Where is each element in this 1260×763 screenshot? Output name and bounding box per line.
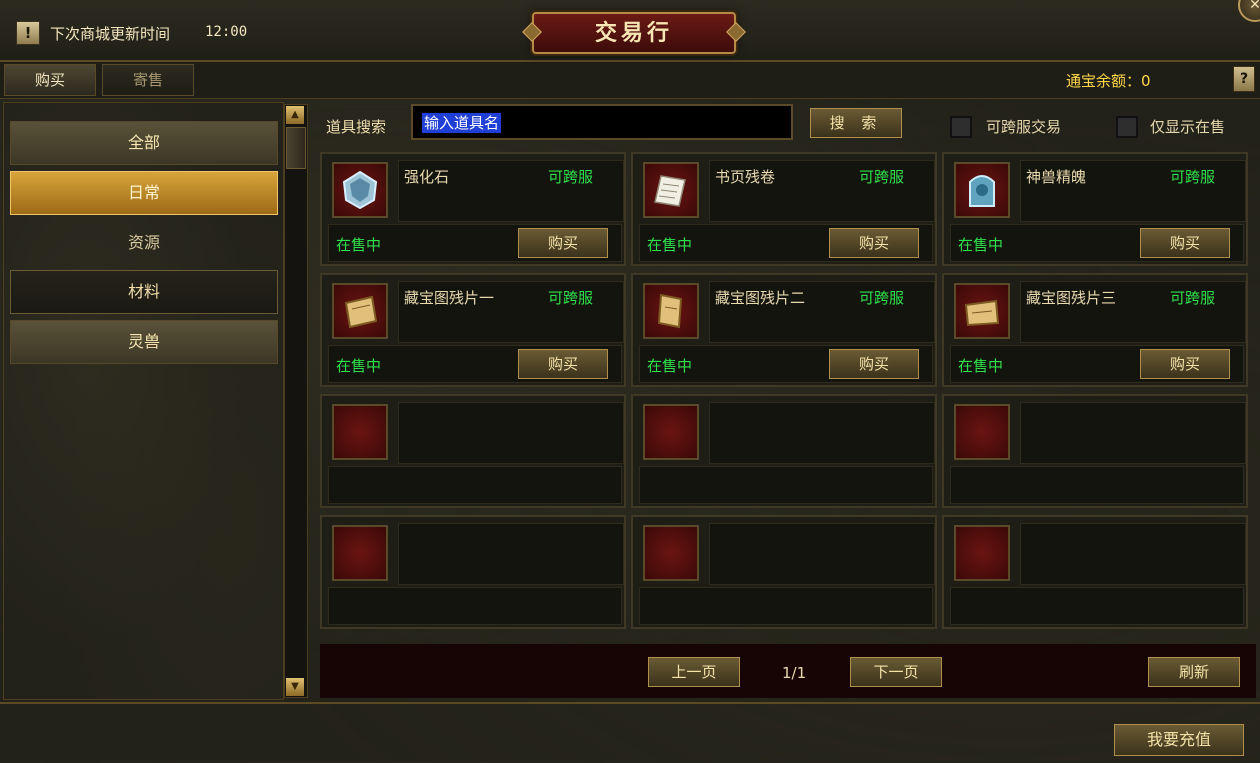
category-resources[interactable]: 资源 xyxy=(10,221,278,265)
category-pets[interactable]: 灵兽 xyxy=(10,320,278,364)
item-grid: 强化石 可跨服 在售中 购买 书页残卷 可跨服 在售中 购买 神兽精魄 可跨服 … xyxy=(320,152,1256,634)
page-indicator: 1/1 xyxy=(782,664,807,682)
category-daily[interactable]: 日常 xyxy=(10,171,278,215)
category-materials[interactable]: 材料 xyxy=(10,270,278,314)
footer-bar: 我要充值 xyxy=(0,702,1260,763)
item-slot[interactable] xyxy=(954,162,1010,218)
sale-status: 在售中 xyxy=(336,357,382,375)
empty-slot[interactable] xyxy=(954,525,1010,581)
help-button[interactable]: ? xyxy=(1233,66,1255,92)
item-card: 书页残卷 可跨服 在售中 购买 xyxy=(631,152,937,266)
item-name: 藏宝图残片一 xyxy=(404,289,495,307)
sale-status: 在售中 xyxy=(336,236,382,254)
cross-server-tag: 可跨服 xyxy=(859,289,905,307)
buy-button[interactable]: 购买 xyxy=(1140,228,1230,258)
search-button[interactable]: 搜 索 xyxy=(810,108,902,138)
empty-card xyxy=(631,394,937,508)
empty-card xyxy=(942,394,1248,508)
empty-card xyxy=(320,515,626,629)
cross-server-tag: 可跨服 xyxy=(548,168,594,186)
empty-slot[interactable] xyxy=(332,404,388,460)
item-card: 藏宝图残片三 可跨服 在售中 购买 xyxy=(942,273,1248,387)
empty-slot[interactable] xyxy=(643,404,699,460)
notice-icon: ! xyxy=(16,21,40,45)
buy-button[interactable]: 购买 xyxy=(518,228,608,258)
item-name: 藏宝图残片三 xyxy=(1026,289,1117,307)
tab-consign[interactable]: 寄售 xyxy=(102,64,194,96)
empty-slot[interactable] xyxy=(332,525,388,581)
item-card: 藏宝图残片一 可跨服 在售中 购买 xyxy=(320,273,626,387)
sale-status: 在售中 xyxy=(958,236,1004,254)
window-title: 交易行 xyxy=(594,20,673,46)
close-icon: ✕ xyxy=(1249,0,1260,13)
sale-status: 在售中 xyxy=(647,357,693,375)
buy-button[interactable]: 购买 xyxy=(1140,349,1230,379)
item-slot[interactable] xyxy=(643,162,699,218)
buy-button[interactable]: 购买 xyxy=(518,349,608,379)
buy-button[interactable]: 购买 xyxy=(829,228,919,258)
scroll-down-icon[interactable]: ▼ xyxy=(286,678,304,696)
next-page-button[interactable]: 下一页 xyxy=(850,657,942,687)
tab-row: 购买 寄售 通宝余额：0 ? xyxy=(0,62,1260,99)
treasure-map-icon xyxy=(657,293,683,329)
cross-server-tag: 可跨服 xyxy=(859,168,905,186)
shop-refresh-label: 下次商城更新时间 xyxy=(50,25,171,43)
item-slot[interactable] xyxy=(332,283,388,339)
category-all[interactable]: 全部 xyxy=(10,121,278,165)
top-bar: ! 下次商城更新时间 12:00 交易行 ✕ xyxy=(0,0,1260,62)
empty-card xyxy=(320,394,626,508)
item-slot[interactable] xyxy=(954,283,1010,339)
category-sidebar: 全部 日常 资源 材料 灵兽 xyxy=(3,102,284,700)
buy-button[interactable]: 购买 xyxy=(829,349,919,379)
empty-slot[interactable] xyxy=(643,525,699,581)
sale-status: 在售中 xyxy=(647,236,693,254)
item-name: 神兽精魄 xyxy=(1026,168,1087,186)
close-button[interactable]: ✕ xyxy=(1238,0,1260,22)
empty-card xyxy=(942,515,1248,629)
title-plate: 交易行 xyxy=(532,12,736,54)
sidebar-scrollbar[interactable]: ▲ ▼ xyxy=(284,104,308,698)
market-main: 道具搜索 输入道具名 搜 索 可跨服交易 仅显示在售 强化石 可跨服 在售中 购… xyxy=(312,100,1260,700)
cross-server-tag: 可跨服 xyxy=(548,289,594,307)
item-slot[interactable] xyxy=(643,283,699,339)
help-icon: ? xyxy=(1239,71,1249,87)
scroll-thumb[interactable] xyxy=(286,127,306,169)
item-name: 书页残卷 xyxy=(715,168,776,186)
item-card: 强化石 可跨服 在售中 购买 xyxy=(320,152,626,266)
pager-bar: 上一页 1/1 下一页 刷新 xyxy=(320,644,1256,698)
tab-buy[interactable]: 购买 xyxy=(4,64,96,96)
cross-server-tag: 可跨服 xyxy=(1170,168,1216,186)
item-name: 藏宝图残片二 xyxy=(715,289,806,307)
empty-slot[interactable] xyxy=(954,404,1010,460)
scroll-up-icon[interactable]: ▲ xyxy=(286,106,304,124)
refresh-button[interactable]: 刷新 xyxy=(1148,657,1240,687)
cross-server-checkbox[interactable] xyxy=(950,116,972,138)
item-slot[interactable] xyxy=(332,162,388,218)
cross-server-tag: 可跨服 xyxy=(1170,289,1216,307)
sale-status: 在售中 xyxy=(958,357,1004,375)
on-sale-only-label: 仅显示在售 xyxy=(1150,118,1226,136)
beast-soul-icon xyxy=(969,175,995,207)
treasure-map-icon xyxy=(344,295,378,329)
on-sale-only-checkbox[interactable] xyxy=(1116,116,1138,138)
item-name: 强化石 xyxy=(404,168,450,186)
search-placeholder-highlight: 输入道具名 xyxy=(422,113,502,133)
shop-refresh-time: 12:00 xyxy=(205,24,248,40)
recharge-button[interactable]: 我要充值 xyxy=(1114,724,1244,756)
prev-page-button[interactable]: 上一页 xyxy=(648,657,740,687)
item-card: 神兽精魄 可跨服 在售中 购买 xyxy=(942,152,1248,266)
crystal-stone-icon xyxy=(342,170,378,210)
cross-server-label: 可跨服交易 xyxy=(986,118,1062,136)
search-label: 道具搜索 xyxy=(326,118,387,136)
currency-balance: 通宝余额：0 xyxy=(1066,72,1151,90)
treasure-map-icon xyxy=(964,299,1000,327)
paper-scroll-icon xyxy=(654,175,686,207)
item-card: 藏宝图残片二 可跨服 在售中 购买 xyxy=(631,273,937,387)
empty-card xyxy=(631,515,937,629)
